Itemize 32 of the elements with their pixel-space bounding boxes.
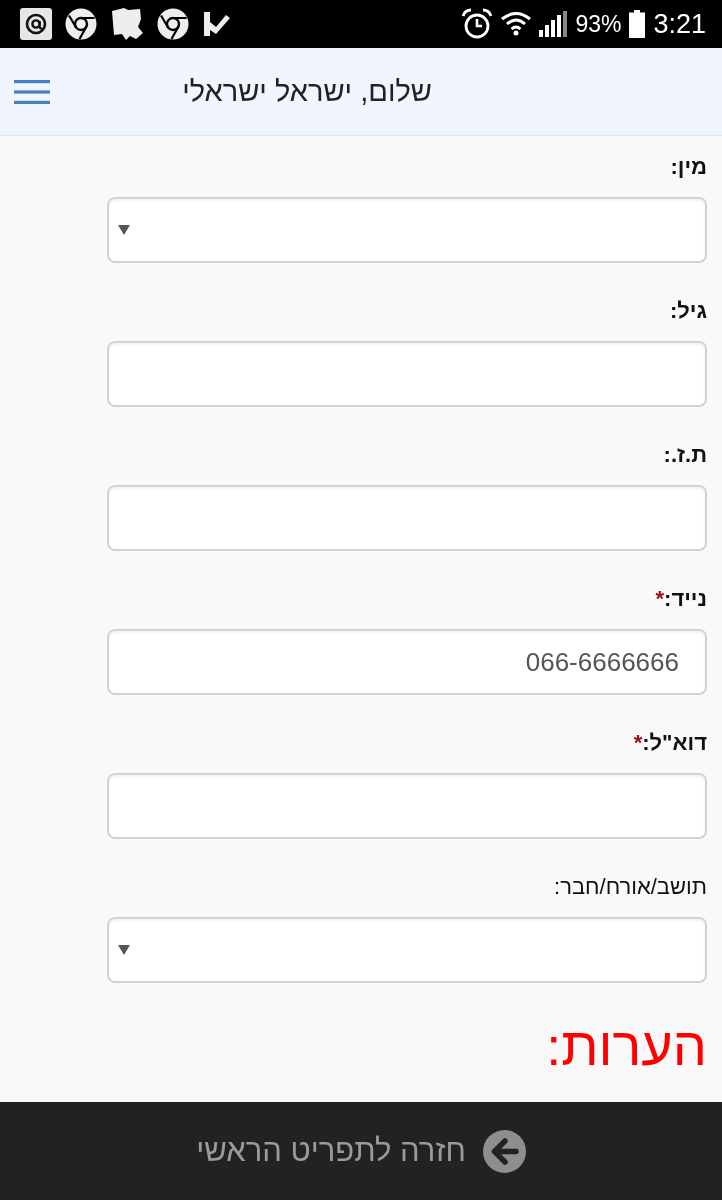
status-time: 3:21 (653, 10, 706, 38)
text-input[interactable]: 066-6666666 (107, 629, 707, 695)
dropdown-field[interactable] (107, 917, 707, 983)
map-icon (110, 7, 144, 41)
menu-icon[interactable] (14, 79, 50, 104)
battery-icon (629, 10, 646, 38)
chrome-icon (157, 8, 189, 40)
field-label: נייד: (664, 586, 707, 611)
text-input[interactable] (107, 773, 707, 839)
wifi-icon (501, 12, 532, 36)
required-asterisk: * (655, 586, 665, 611)
text-input[interactable] (107, 341, 707, 407)
battery-percent: 93% (575, 12, 622, 36)
greeting-title: שלום, ישראל ישראלי (182, 75, 432, 108)
text-input[interactable] (107, 485, 707, 551)
dropdown-field[interactable] (107, 197, 707, 263)
check-icon (202, 10, 230, 38)
field-label: דוא"ל: (642, 730, 707, 755)
field-label: גיל: (669, 298, 707, 323)
chrome-icon (65, 8, 97, 40)
caret-icon (118, 225, 130, 235)
required-asterisk: * (633, 730, 643, 755)
back-to-menu-button[interactable]: חזרה לתפריט הראשי (196, 1129, 526, 1173)
alarm-clock-icon (461, 8, 494, 40)
at-sign-icon (20, 8, 52, 40)
notes-heading: הערות: (545, 1015, 707, 1077)
caret-icon (118, 945, 130, 955)
field-label: מין: (670, 154, 707, 179)
arrow-left-circle-icon (482, 1129, 526, 1173)
signal-icon (539, 11, 568, 37)
field-label: תושב/אורח/חבר: (554, 874, 707, 899)
field-label: ת.ז.: (663, 442, 707, 467)
